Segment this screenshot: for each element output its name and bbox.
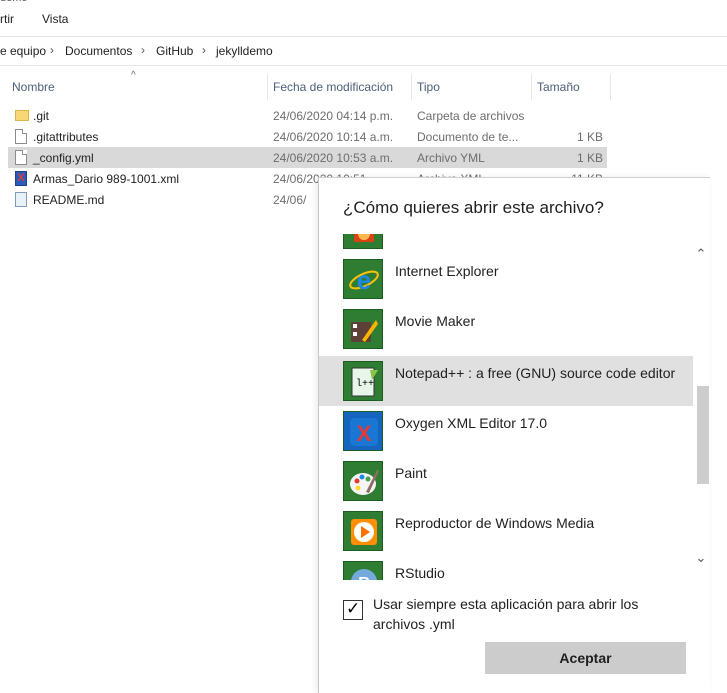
- app-item-paint[interactable]: Paint: [319, 456, 693, 506]
- app-label: Oxygen XML Editor 17.0: [395, 415, 548, 431]
- chevron-up-icon[interactable]: ⌃: [693, 246, 709, 262]
- file-name: _config.yml: [33, 151, 94, 165]
- breadcrumb-this-pc[interactable]: e equipo: [0, 44, 46, 58]
- file-row-selected[interactable]: _config.yml 24/06/2020 10:53 a.m. Archiv…: [8, 147, 607, 168]
- app-list-scrollbar[interactable]: ⌃ ⌄: [693, 234, 709, 580]
- app-list[interactable]: e Internet Explorer Movie Maker l++ Note…: [319, 234, 693, 580]
- column-headers: ^ Nombre Fecha de modificación Tipo Tama…: [0, 70, 727, 102]
- file-type: Carpeta de archivos: [417, 109, 525, 123]
- app-label: Reproductor de Windows Media: [395, 515, 595, 531]
- dialog-title: ¿Cómo quieres abrir este archivo?: [343, 198, 604, 217]
- notepad-plus-plus-icon: l++: [343, 361, 383, 401]
- xml-file-icon: X: [15, 171, 27, 186]
- file-date: 24/06/: [273, 193, 307, 207]
- always-use-checkbox[interactable]: ✓: [343, 599, 363, 620]
- app-label: Movie Maker: [395, 313, 476, 329]
- app-label: Paint: [395, 465, 427, 481]
- file-row[interactable]: .git 24/06/2020 04:14 p.m. Carpeta de ar…: [8, 105, 607, 126]
- breadcrumb-documents[interactable]: Documentos: [65, 44, 132, 58]
- checkmark-icon: ✓: [346, 599, 361, 618]
- internet-explorer-icon: e: [343, 259, 383, 299]
- svg-text:X: X: [357, 421, 372, 446]
- file-name: README.md: [33, 193, 105, 207]
- column-header-modified[interactable]: Fecha de modificación: [273, 80, 393, 94]
- chevron-right-icon[interactable]: ›: [202, 43, 206, 57]
- app-item-internet-explorer[interactable]: e Internet Explorer: [319, 254, 693, 304]
- accept-button[interactable]: Aceptar: [485, 642, 686, 674]
- app-item-notepad-plus-plus[interactable]: l++ Notepad++ : a free (GNU) source code…: [319, 356, 693, 406]
- svg-text:R: R: [358, 575, 370, 580]
- ribbon: rtir Vista: [0, 4, 727, 37]
- breadcrumb-jekylldemo[interactable]: jekylldemo: [216, 44, 273, 58]
- file-date: 24/06/2020 04:14 p.m.: [273, 109, 394, 123]
- file-name: Armas_Dario 989-1001.xml: [33, 172, 180, 186]
- app-item-oxygen-xml[interactable]: X Oxygen XML Editor 17.0: [319, 406, 693, 456]
- app-label: Notepad++ : a free (GNU) source code edi…: [395, 365, 676, 381]
- column-header-type[interactable]: Tipo: [417, 80, 440, 94]
- app-icon-partial: [343, 234, 383, 249]
- document-icon: [15, 150, 27, 165]
- rstudio-icon: R: [343, 561, 383, 580]
- chevron-right-icon[interactable]: ›: [50, 43, 54, 57]
- paint-icon: [343, 461, 383, 501]
- breadcrumb: e equipo › Documentos › GitHub › jekylld…: [0, 38, 727, 66]
- app-label: RStudio: [395, 565, 445, 580]
- windows-media-player-icon: [343, 511, 383, 551]
- app-item-movie-maker[interactable]: Movie Maker: [319, 304, 693, 354]
- file-type: Documento de te...: [417, 130, 519, 144]
- ribbon-tab-share[interactable]: rtir: [0, 12, 14, 26]
- always-use-option[interactable]: ✓ Usar siempre esta aplicación para abri…: [343, 594, 693, 634]
- chevron-down-icon[interactable]: ⌄: [693, 550, 709, 566]
- breadcrumb-github[interactable]: GitHub: [156, 44, 193, 58]
- file-name: .gitattributes: [33, 130, 99, 144]
- column-divider[interactable]: [610, 74, 611, 100]
- app-label: Internet Explorer: [395, 263, 499, 279]
- svg-text:l++: l++: [356, 378, 374, 390]
- app-item-windows-media-player[interactable]: Reproductor de Windows Media: [319, 506, 693, 556]
- open-with-dialog: ¿Cómo quieres abrir este archivo? e Inte…: [318, 177, 710, 693]
- file-name: .git: [33, 109, 50, 123]
- column-divider[interactable]: [411, 74, 412, 100]
- column-header-size[interactable]: Tamaño: [537, 80, 580, 94]
- chevron-right-icon[interactable]: ›: [141, 43, 145, 57]
- file-size: 1 KB: [576, 130, 603, 144]
- movie-maker-icon: [343, 309, 383, 349]
- oxygen-xml-icon: X: [343, 411, 383, 451]
- ribbon-tab-view[interactable]: Vista: [42, 12, 68, 26]
- file-date: 24/06/2020 10:53 a.m.: [273, 151, 394, 165]
- file-type: Archivo YML: [417, 151, 485, 165]
- column-header-name[interactable]: Nombre: [12, 80, 55, 94]
- app-item-partial[interactable]: [319, 234, 693, 254]
- file-date: 24/06/2020 10:14 a.m.: [273, 130, 394, 144]
- folder-icon: [15, 110, 29, 121]
- file-row[interactable]: .gitattributes 24/06/2020 10:14 a.m. Doc…: [8, 126, 607, 147]
- sort-ascending-icon: ^: [131, 70, 136, 81]
- column-divider[interactable]: [531, 74, 532, 100]
- file-size: 1 KB: [576, 151, 603, 165]
- markdown-file-icon: [15, 192, 27, 207]
- column-divider[interactable]: [267, 74, 268, 100]
- document-icon: [15, 129, 27, 144]
- app-item-rstudio[interactable]: R RStudio: [319, 556, 693, 580]
- svg-text:e: e: [357, 265, 371, 295]
- always-use-label[interactable]: Usar siempre esta aplicación para abrir …: [373, 594, 673, 634]
- scrollbar-thumb[interactable]: [697, 386, 709, 484]
